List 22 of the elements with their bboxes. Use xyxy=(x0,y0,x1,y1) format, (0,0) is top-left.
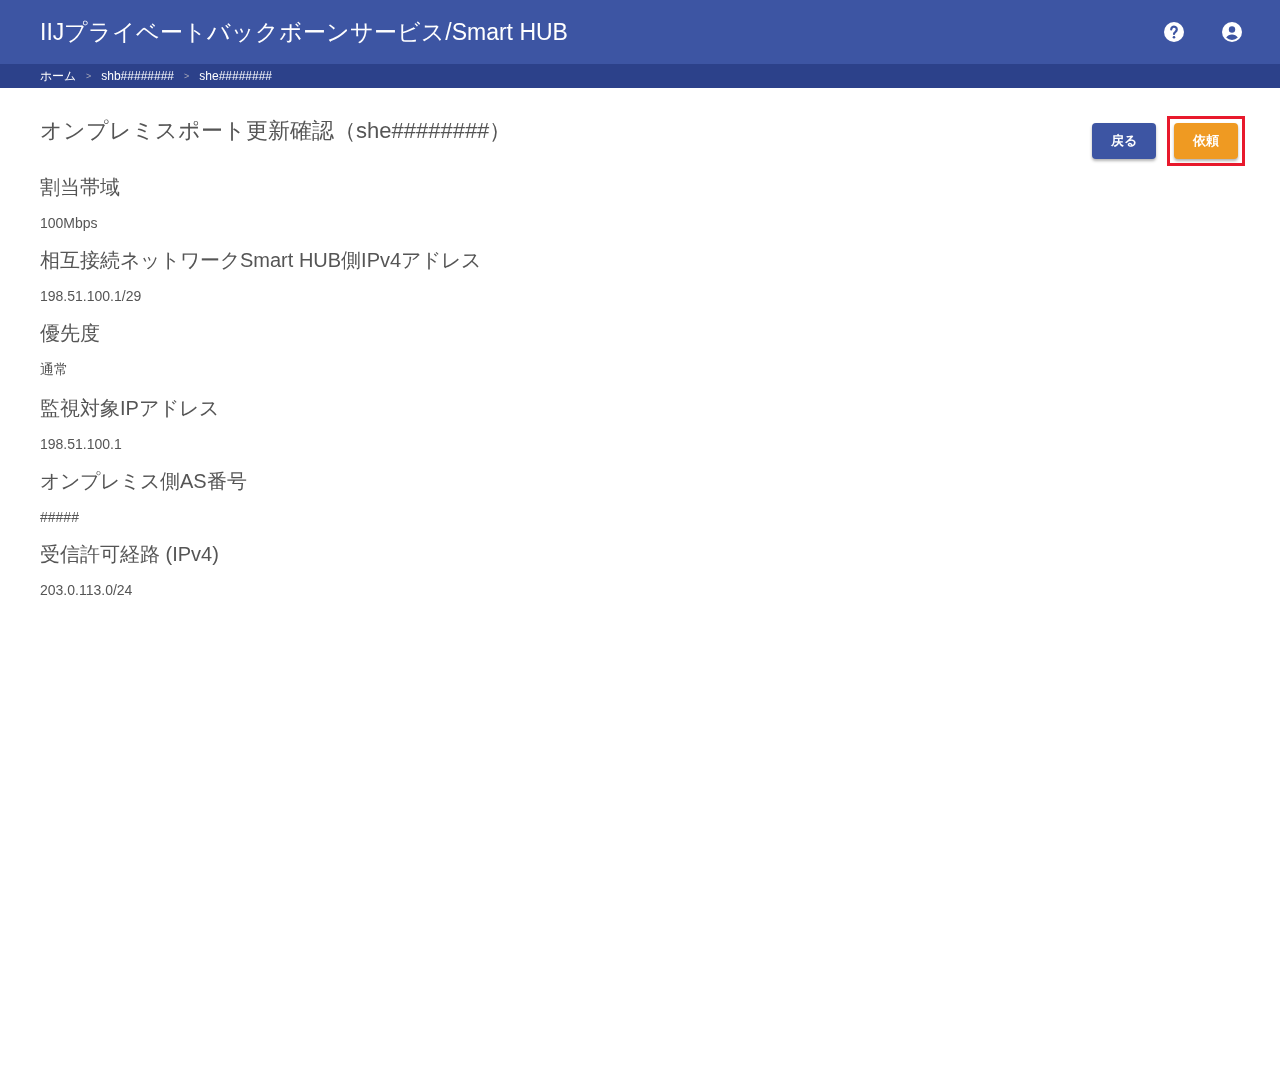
page-title: オンプレミスポート更新確認（she########） xyxy=(40,117,512,145)
breadcrumb-link[interactable]: shb######## xyxy=(101,69,174,83)
help-icon[interactable] xyxy=(1162,20,1186,44)
breadcrumb-link[interactable]: she######## xyxy=(199,69,273,83)
field-value: 203.0.113.0/24 xyxy=(40,582,134,598)
field-value: 198.51.100.1/29 xyxy=(40,288,143,304)
field-label: 監視対象IPアドレス xyxy=(40,396,220,421)
breadcrumb-separator: > xyxy=(184,71,190,81)
field-label: 相互接続ネットワークSmart HUB側IPv4アドレス xyxy=(40,248,483,273)
field-value: 通常 xyxy=(40,361,69,379)
field-value: ##### xyxy=(40,509,80,525)
account-icon[interactable] xyxy=(1220,20,1244,44)
breadcrumb-link[interactable]: ホーム xyxy=(40,67,76,85)
field-label: 割当帯域 xyxy=(40,175,121,200)
action-button[interactable]: 戻る xyxy=(1092,123,1156,159)
field-label: オンプレミス側AS番号 xyxy=(40,469,248,494)
field-value: 100Mbps xyxy=(40,215,99,231)
app-title: IIJプライベートバックボーンサービス/Smart HUB xyxy=(40,17,568,47)
field-label: 受信許可経路 (IPv4) xyxy=(40,542,220,567)
breadcrumb-separator: > xyxy=(86,71,92,81)
field-label: 優先度 xyxy=(40,321,101,346)
field-value: 198.51.100.1 xyxy=(40,436,123,452)
